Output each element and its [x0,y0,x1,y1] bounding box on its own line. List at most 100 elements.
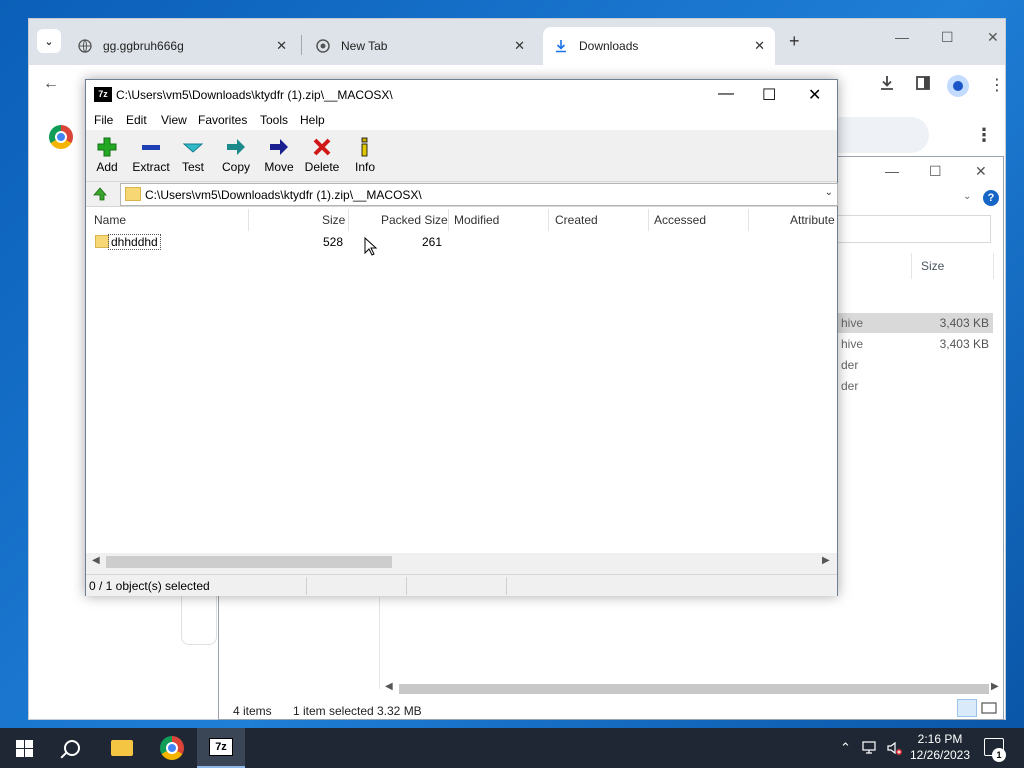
column-header-size[interactable]: Size [322,213,345,227]
explorer-search-input[interactable] [837,215,991,243]
minimize-icon[interactable]: — [718,85,734,103]
folder-up-icon[interactable] [92,186,108,202]
tab-2[interactable]: New Tab ✕ [305,27,535,65]
column-separator[interactable] [348,209,349,231]
file-size: 528 [322,235,343,249]
column-header-accessed[interactable]: Accessed [654,213,706,227]
menu-view[interactable]: View [161,113,187,127]
delete-button[interactable]: Delete [304,136,340,174]
taskbar: 7z ⌃ 2:16 PM 12/26/2023 1 [0,728,1024,768]
profile-avatar-icon[interactable] [947,75,969,97]
downloads-more-icon[interactable]: ⋮ [975,125,993,146]
horizontal-scrollbar[interactable]: ◀ ▶ [381,681,1001,697]
taskbar-file-explorer[interactable] [98,728,146,768]
file-explorer-icon [111,740,133,756]
chevron-down-icon[interactable]: ⌄ [963,191,971,202]
downloads-icon[interactable] [879,75,895,96]
add-label: Add [96,160,118,174]
close-icon[interactable]: ✕ [514,38,525,54]
taskbar-chrome[interactable] [148,728,196,768]
download-icon [553,38,569,54]
scrollbar-thumb[interactable] [399,684,989,694]
horizontal-scrollbar[interactable]: ◀ ▶ [86,553,837,570]
file-row[interactable]: der [837,376,993,396]
large-icons-view-icon[interactable] [979,699,999,717]
close-icon[interactable]: ✕ [276,38,287,54]
minimize-icon[interactable]: — [885,163,899,179]
sevenzip-window: 7z C:\Users\vm5\Downloads\ktydfr (1).zip… [85,79,838,596]
chrome-icon [315,38,331,54]
details-view-icon[interactable] [957,699,977,717]
file-row[interactable]: der [837,355,993,375]
column-header-attributes[interactable]: Attribute [790,213,835,227]
column-separator[interactable] [648,209,649,231]
scroll-right-icon[interactable]: ▶ [991,681,999,692]
address-bar-input[interactable]: C:\Users\vm5\Downloads\ktydfr (1).zip\__… [120,183,838,206]
file-row[interactable]: hive 3,403 KB [837,334,993,354]
close-window-icon[interactable]: ✕ [987,29,999,46]
globe-icon [77,38,93,54]
scrollbar-thumb[interactable] [106,556,392,568]
volume-muted-icon[interactable] [886,728,904,768]
maximize-icon[interactable]: ☐ [762,85,776,105]
menu-help[interactable]: Help [300,113,325,127]
side-panel-icon[interactable] [915,75,931,96]
nav-pane-divider [379,597,380,689]
close-window-icon[interactable]: ✕ [975,163,987,180]
tab-1[interactable]: gg.ggbruh666g ✕ [67,27,297,65]
delete-icon [310,136,334,158]
column-separator[interactable] [548,209,549,231]
menu-bar: File Edit View Favorites Tools Help [86,110,837,130]
minimize-icon[interactable]: — [895,29,909,45]
new-tab-button[interactable]: + [789,31,800,52]
copy-button[interactable]: Copy [220,136,252,174]
table-row[interactable]: dhhddhd 528 261 [86,233,837,251]
info-button[interactable]: Info [352,136,378,174]
network-icon[interactable] [862,728,880,768]
column-separator[interactable] [448,209,449,231]
extract-button[interactable]: Extract [130,136,172,174]
column-header-packed-size[interactable]: Packed Size [381,213,448,227]
chevron-down-icon[interactable]: ⌄ [825,187,833,198]
tab-3[interactable]: Downloads ✕ [543,27,775,65]
scroll-left-icon[interactable]: ◀ [92,555,100,566]
clock[interactable]: 2:16 PM 12/26/2023 [904,731,976,763]
menu-favorites[interactable]: Favorites [198,113,247,127]
help-icon[interactable]: ? [983,190,999,206]
add-button[interactable]: Add [94,136,120,174]
menu-edit[interactable]: Edit [126,113,147,127]
start-button[interactable] [0,728,48,768]
file-row[interactable]: hive 3,403 KB [837,313,993,333]
close-window-icon[interactable]: ✕ [808,85,821,105]
tab-search-button[interactable]: ⌄ [37,29,61,53]
column-header-name[interactable]: Name [94,213,126,227]
tray-expand-icon[interactable]: ⌃ [840,728,851,768]
menu-tools[interactable]: Tools [260,113,288,127]
file-packed-size: 261 [421,235,442,249]
menu-file[interactable]: File [94,113,113,127]
maximize-icon[interactable]: ☐ [929,163,942,180]
menu-kebab-icon[interactable]: ⋮ [989,75,1005,95]
column-separator[interactable] [748,209,749,231]
file-name[interactable]: dhhddhd [108,234,161,250]
close-icon[interactable]: ✕ [754,38,765,54]
taskbar-7zip[interactable]: 7z [197,728,245,768]
column-separator[interactable] [248,209,249,231]
test-button[interactable]: Test [180,136,206,174]
column-header-created[interactable]: Created [555,213,598,227]
move-button[interactable]: Move [262,136,296,174]
maximize-icon[interactable]: ☐ [941,29,954,46]
column-header-modified[interactable]: Modified [454,213,499,227]
back-icon[interactable]: ← [43,75,59,93]
status-separator [306,577,307,595]
add-icon [95,136,119,158]
search-icon [64,740,80,756]
column-separator [911,253,912,279]
column-header-size[interactable]: Size [921,259,944,273]
status-size: 3.32 MB [377,704,422,718]
status-bar: 0 / 1 object(s) selected [86,574,837,596]
scroll-left-icon[interactable]: ◀ [385,681,393,692]
search-button[interactable] [48,728,96,768]
scroll-right-icon[interactable]: ▶ [822,555,830,566]
folder-icon [125,187,141,201]
